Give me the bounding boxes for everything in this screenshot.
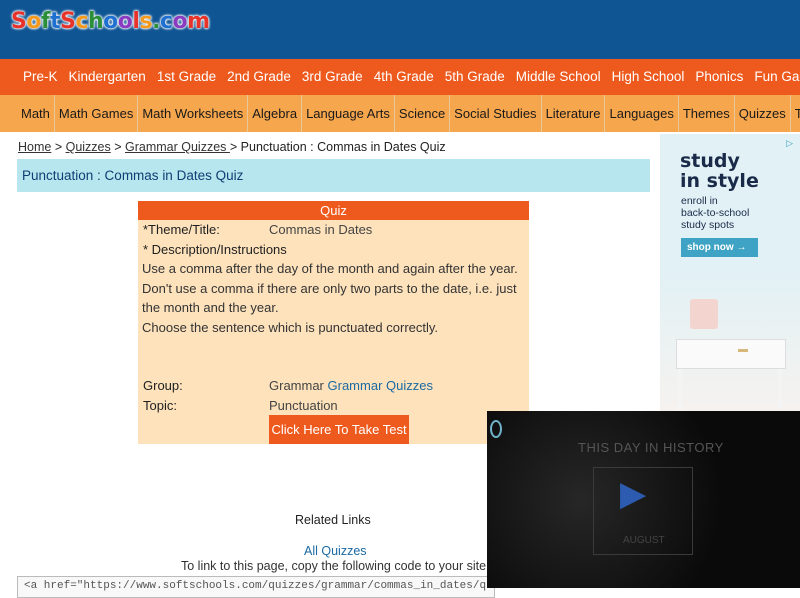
subject-nav-science[interactable]: Science [395,95,451,132]
subject-nav-language-arts[interactable]: Language Arts [302,95,395,132]
video-month: AUGUST [623,535,665,546]
subject-nav: Math Math Games Math Worksheets Algebra Lang… [0,95,800,132]
grade-nav-phonics[interactable]: Phonics [690,59,748,95]
subject-nav-timel[interactable]: Timel [791,95,800,132]
grade-nav-1st-grade[interactable]: 1st Grade [152,59,221,95]
ad-headline-line1: study [680,150,740,172]
ad-desk-leg [778,369,782,414]
ad-decoration [690,299,718,329]
subject-nav-algebra[interactable]: Algebra [248,95,303,132]
subject-nav-math[interactable]: Math [0,95,55,132]
breadcrumb: Home > Quizzes > Grammar Quizzes > Punct… [18,140,446,154]
grade-nav-2nd-grade[interactable]: 2nd Grade [222,59,296,95]
grade-nav-high-school[interactable]: High School [607,59,690,95]
subject-nav-math-games[interactable]: Math Games [55,95,139,132]
advertisement[interactable]: study in style enroll in back-to-school stu… [660,134,800,414]
ad-drawer-handle [738,349,748,352]
history-channel-icon [490,420,502,438]
grade-nav-5th-grade[interactable]: 5th Grade [440,59,510,95]
quiz-header: Quiz [138,201,529,220]
description-text: Use a comma after the day of the month a… [142,261,518,315]
subject-nav-quizzes[interactable]: Quizzes [735,95,791,132]
breadcrumb-home[interactable]: Home [18,140,51,154]
subject-nav-languages[interactable]: Languages [605,95,679,132]
embed-code-field[interactable]: <a href="https://www.softschools.com/qui… [17,576,495,598]
video-title: THIS DAY IN HISTORY [578,440,724,455]
ad-headline: study in style [680,151,759,191]
site-logo[interactable]: SoftSchools.com [11,8,210,36]
ad-choices-icon[interactable]: ▷ [786,138,793,149]
breadcrumb-separator: > [51,140,66,154]
breadcrumb-current: > Punctuation : Commas in Dates Quiz [229,140,446,154]
group-text: Grammar [269,378,324,393]
subject-nav-social-studies[interactable]: Social Studies [450,95,542,132]
video-player[interactable]: THIS DAY IN HISTORY ▶ AUGUST [487,411,800,588]
theme-value: Commas in Dates [269,222,373,237]
breadcrumb-grammar-quizzes[interactable]: Grammar Quizzes [125,140,230,154]
play-icon: ▶ [620,474,647,514]
ad-subtext: enroll in back-to-school study spots [681,195,749,231]
subject-nav-math-worksheets[interactable]: Math Worksheets [138,95,249,132]
breadcrumb-quizzes[interactable]: Quizzes [66,140,111,154]
group-label: Group: [143,378,183,393]
all-quizzes-link[interactable]: All Quizzes [304,544,367,558]
topic-value: Punctuation [269,398,338,413]
site-header: SoftSchools.com [0,0,800,59]
subject-nav-themes[interactable]: Themes [679,95,735,132]
grade-nav: Pre-K Kindergarten 1st Grade 2nd Grade 3rd G… [0,59,800,95]
grade-nav-pre-k[interactable]: Pre-K [18,59,63,95]
page-title: Punctuation : Commas in Dates Quiz [17,159,650,192]
group-value: Grammar Grammar Quizzes [269,378,433,393]
theme-label: *Theme/Title: [143,222,220,237]
description-label: * Description/Instructions [143,242,287,257]
ad-sub-line2: back-to-school [681,207,750,219]
quiz-card: Quiz *Theme/Title: Commas in Dates * Des… [138,201,529,444]
grade-nav-4th-grade[interactable]: 4th Grade [369,59,439,95]
grade-nav-kindergarten[interactable]: Kindergarten [64,59,151,95]
ad-desk-leg [678,369,682,414]
link-instructions: To link to this page, copy the following… [181,559,490,573]
subject-nav-literature[interactable]: Literature [542,95,606,132]
breadcrumb-separator: > [110,140,125,154]
ad-sub-line3: study spots [681,219,735,231]
related-links-heading: Related Links [295,513,371,527]
take-test-button[interactable]: Click Here To Take Test [269,415,409,444]
ad-sub-line1: enroll in [681,195,718,207]
description-instruction: Choose the sentence which is punctuated … [142,319,439,335]
ad-headline-line2: in style [680,170,759,192]
grade-nav-middle-school[interactable]: Middle School [511,59,606,95]
ad-desk-image [676,339,786,369]
grade-nav-fun-gam[interactable]: Fun Gam [749,59,800,95]
grammar-quizzes-link[interactable]: Grammar Quizzes [328,378,433,393]
grade-nav-3rd-grade[interactable]: 3rd Grade [297,59,368,95]
ad-shop-now-button[interactable]: shop now → [681,238,758,257]
topic-label: Topic: [143,398,177,413]
quiz-description: Use a comma after the day of the month a… [142,259,527,337]
